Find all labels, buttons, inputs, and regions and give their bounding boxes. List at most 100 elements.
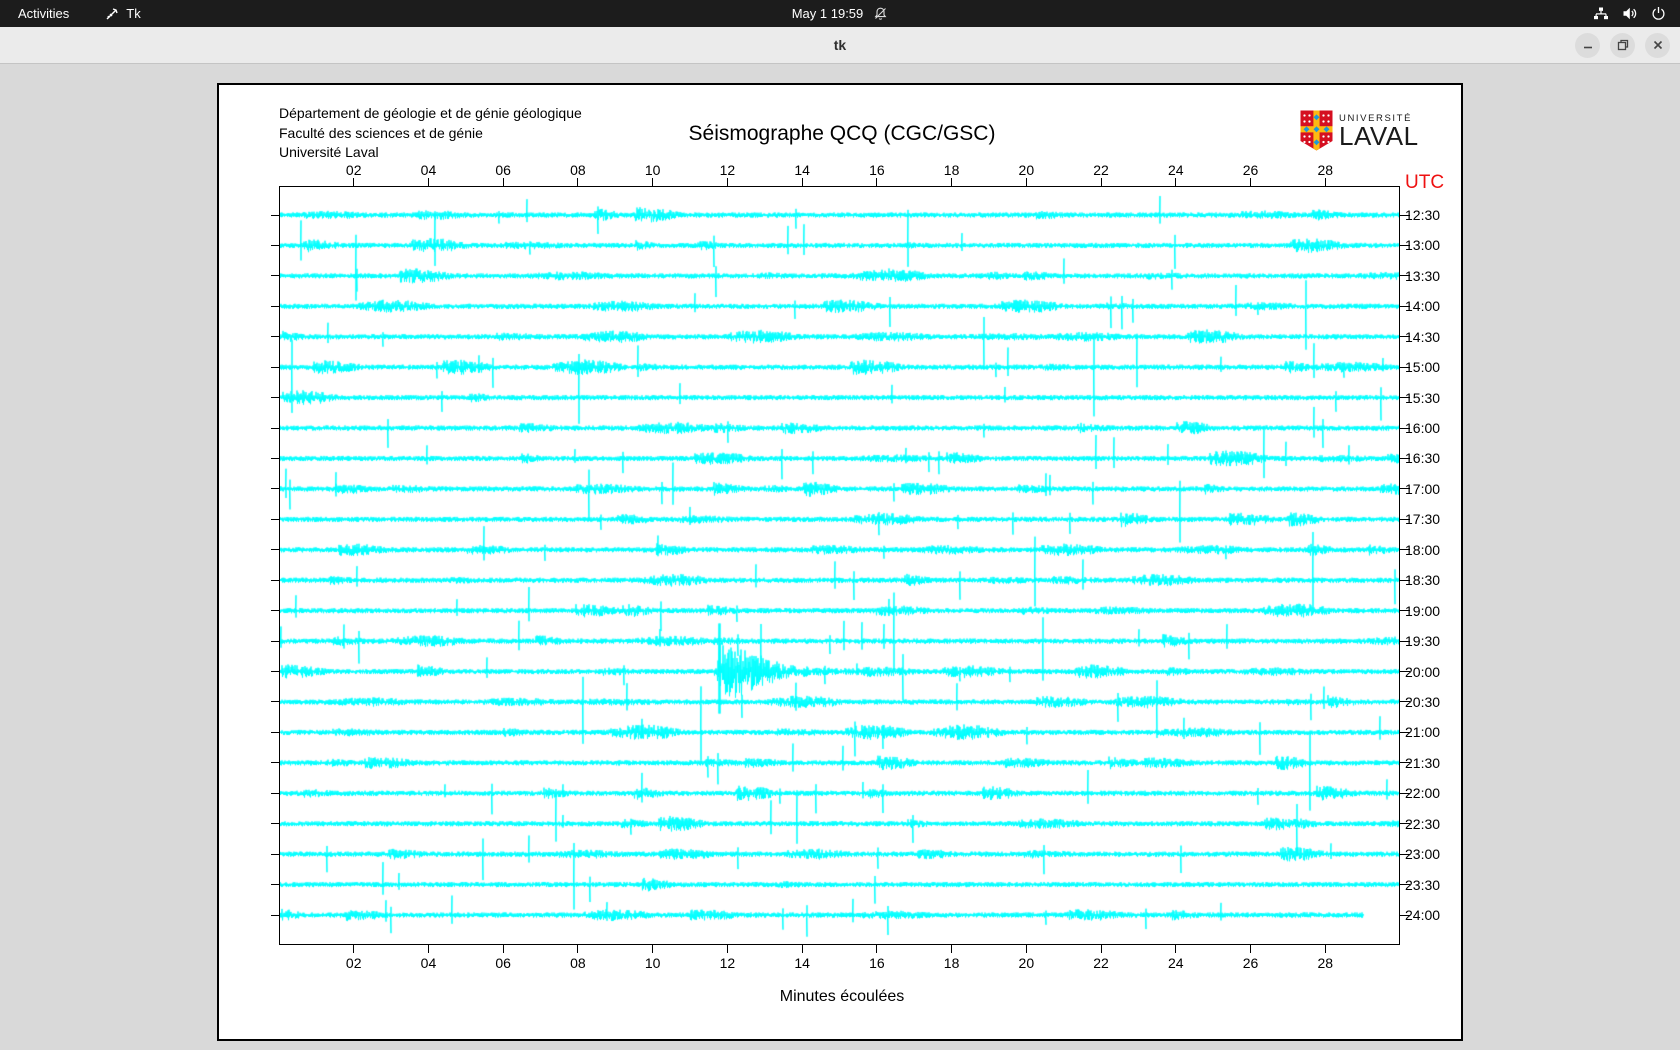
utc-row-label: 22:30: [1405, 815, 1441, 832]
x-tick-label-bottom: 26: [1242, 955, 1259, 971]
x-tick-label-top: 18: [943, 162, 960, 178]
utc-row-label: 20:00: [1405, 663, 1441, 680]
x-tick-top: [1250, 178, 1252, 186]
x-tick-bottom: [652, 945, 654, 953]
utc-row-label: 12:30: [1405, 207, 1441, 223]
clock-button[interactable]: May 1 19:59: [0, 0, 1680, 27]
x-tick-bottom: [876, 945, 878, 953]
x-tick-label-bottom: 20: [1018, 955, 1035, 971]
x-tick-bottom: [1250, 945, 1252, 953]
y-tick-left: [271, 701, 279, 703]
universite-laval-logo: UNIVERSITÉ LAVAL: [1300, 110, 1419, 156]
x-tick-top: [876, 178, 878, 186]
x-tick-label-bottom: 06: [495, 955, 511, 971]
utc-row-label: 21:00: [1405, 724, 1441, 741]
y-tick-left: [271, 244, 279, 246]
y-tick-left: [271, 518, 279, 520]
y-tick-left: [271, 884, 279, 886]
x-tick-label-top: 20: [1018, 162, 1035, 178]
restore-button[interactable]: [1610, 32, 1635, 58]
utc-row-label: 15:30: [1405, 389, 1441, 406]
x-tick-label-bottom: 04: [420, 955, 437, 971]
utc-row-label: 15:00: [1405, 359, 1441, 376]
window-title: tk: [833, 37, 847, 53]
y-tick-left: [271, 549, 279, 551]
x-tick-label-bottom: 16: [869, 955, 885, 971]
utc-row-label: 20:30: [1405, 693, 1441, 710]
x-tick-top: [726, 178, 728, 186]
x-tick-bottom: [726, 945, 728, 953]
x-axis-title: Minutes écoulées: [779, 988, 905, 1005]
utc-row-label: 24:00: [1405, 907, 1441, 923]
x-tick-label-bottom: 24: [1168, 955, 1184, 971]
x-tick-bottom: [801, 945, 803, 953]
x-tick-label-bottom: 22: [1093, 955, 1109, 971]
x-tick-top: [502, 178, 504, 186]
x-tick-top: [951, 178, 953, 186]
x-tick-label-top: 04: [420, 162, 437, 178]
x-tick-top: [353, 178, 355, 186]
x-tick-label-bottom: 28: [1317, 955, 1334, 971]
x-tick-label-bottom: 12: [719, 955, 736, 971]
gnome-top-bar: Activities Tk May 1 19:59: [0, 0, 1680, 27]
logo-laval-label: LAVAL: [1339, 121, 1419, 151]
y-tick-left: [271, 610, 279, 612]
x-tick-label-bottom: 14: [794, 955, 810, 971]
x-tick-label-bottom: 02: [345, 955, 362, 971]
x-tick-label-bottom: 18: [943, 955, 960, 971]
x-tick-bottom: [1324, 945, 1326, 953]
y-tick-left: [271, 762, 279, 764]
x-tick-top: [427, 178, 429, 186]
y-tick-left: [271, 457, 279, 459]
utc-row-label: 16:30: [1405, 450, 1441, 467]
x-tick-label-top: 22: [1093, 162, 1109, 178]
y-tick-left: [271, 397, 279, 399]
dept-line-1: Département de géologie et de génie géol…: [279, 105, 582, 121]
screen: Activities Tk May 1 19:59 tk Département…: [0, 0, 1680, 1050]
x-tick-label-top: 28: [1317, 162, 1334, 178]
utc-row-label: 21:30: [1405, 754, 1441, 771]
utc-row-label: 16:00: [1405, 420, 1441, 437]
network-wired-icon: [1593, 6, 1609, 21]
chart-title: Séismographe QCQ (CGC/GSC): [688, 122, 996, 145]
x-tick-label-bottom: 08: [570, 955, 586, 971]
x-tick-label-top: 02: [345, 162, 362, 178]
x-tick-top: [1175, 178, 1177, 186]
x-tick-label-bottom: 10: [644, 955, 661, 971]
y-tick-left: [271, 914, 279, 916]
quick-settings-button[interactable]: [1593, 0, 1666, 27]
close-button[interactable]: [1645, 32, 1670, 58]
utc-row-label: 22:00: [1405, 785, 1441, 802]
utc-row-label: 19:00: [1405, 602, 1441, 619]
y-tick-left: [271, 640, 279, 642]
x-tick-label-top: 14: [794, 162, 810, 178]
x-tick-label-top: 08: [570, 162, 586, 178]
y-tick-left: [271, 275, 279, 277]
y-tick-left: [271, 336, 279, 338]
x-tick-top: [1100, 178, 1102, 186]
utc-row-label: 14:30: [1405, 328, 1441, 345]
utc-row-label: 17:30: [1405, 511, 1441, 528]
x-tick-label-top: 24: [1168, 162, 1184, 178]
y-tick-left: [271, 366, 279, 368]
window-controls: [1575, 27, 1670, 63]
y-tick-left: [271, 823, 279, 825]
x-tick-label-top: 26: [1242, 162, 1259, 178]
utc-row-label: 17:00: [1405, 480, 1441, 497]
utc-row-label: 14:00: [1405, 298, 1441, 315]
volume-icon: [1622, 6, 1638, 21]
laval-logo-text: UNIVERSITÉ LAVAL: [1339, 113, 1419, 151]
utc-row-label: 19:30: [1405, 633, 1441, 650]
window-title-bar[interactable]: tk: [0, 27, 1680, 64]
x-tick-bottom: [1100, 945, 1102, 953]
utc-row-label: 13:30: [1405, 267, 1441, 284]
y-tick-left: [271, 427, 279, 429]
utc-row-label: 18:30: [1405, 572, 1441, 589]
utc-row-label: 23:00: [1405, 846, 1441, 863]
minimize-button[interactable]: [1575, 32, 1600, 58]
utc-row-label: 18:00: [1405, 541, 1441, 558]
x-tick-bottom: [951, 945, 953, 953]
x-tick-label-top: 16: [869, 162, 885, 178]
x-tick-bottom: [1175, 945, 1177, 953]
seismogram-traces: [280, 187, 1399, 944]
